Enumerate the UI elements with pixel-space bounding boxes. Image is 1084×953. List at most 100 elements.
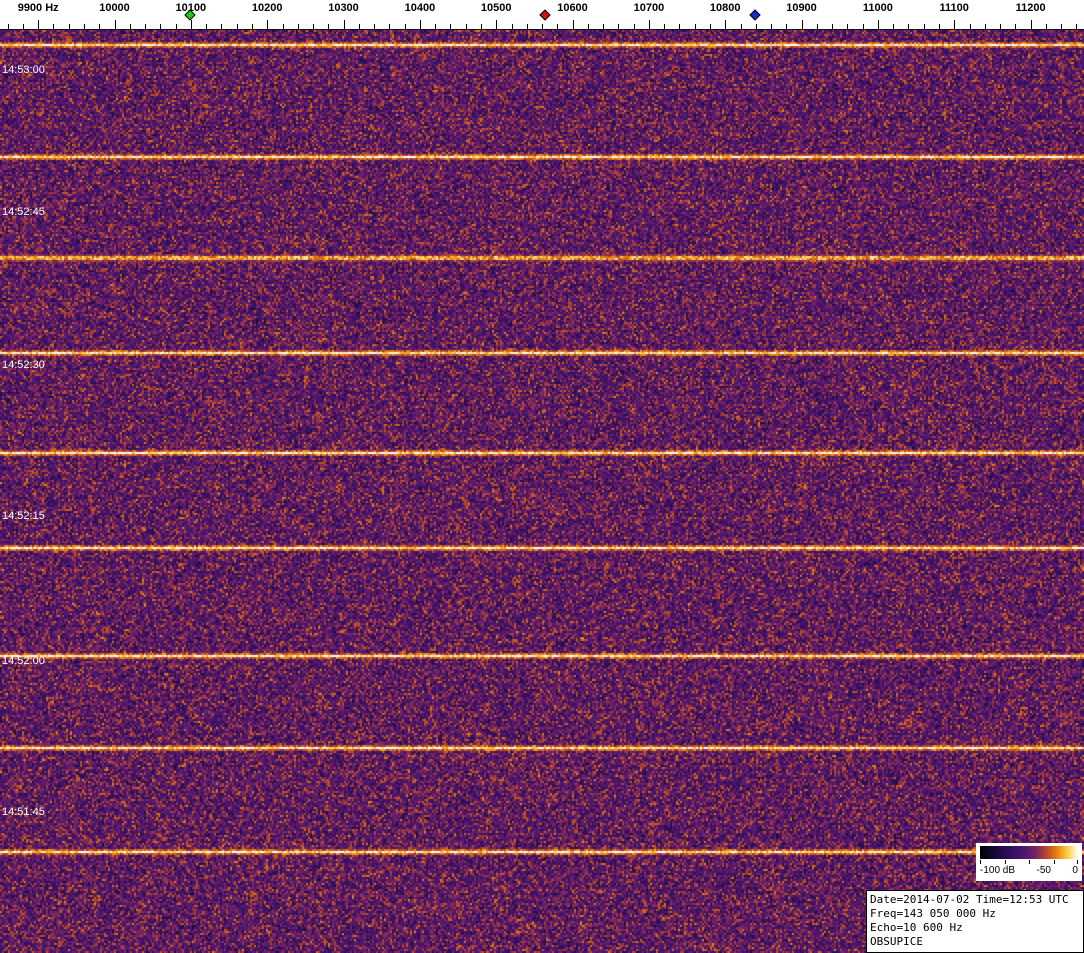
ruler-tick-minor: [22, 24, 24, 29]
ruler-frequency-label: 10800: [709, 2, 741, 14]
colorbar-tick-mark: [1029, 860, 1030, 864]
ruler-tick-minor: [1061, 24, 1063, 29]
ruler-tick-minor: [542, 24, 543, 29]
ruler-tick-major: [877, 20, 879, 29]
ruler-tick-minor: [969, 24, 971, 29]
ruler-tick-minor: [236, 24, 238, 29]
ruler-tick-minor: [740, 24, 742, 29]
time-axis-label: 14:52:00: [2, 655, 45, 667]
ruler-tick-minor: [664, 24, 666, 29]
ruler-tick-major: [190, 20, 192, 29]
ruler-tick-minor: [847, 24, 849, 29]
info-freq-line: Freq=143 050 000 Hz: [870, 907, 996, 920]
ruler-tick-minor: [68, 24, 70, 29]
colorbar-ticks: [980, 860, 1078, 864]
ruler-tick-minor: [618, 24, 620, 29]
time-axis-label: 14:52:15: [2, 510, 45, 522]
ruler-tick-minor: [465, 24, 467, 29]
colorbar-gradient: [980, 846, 1078, 859]
ruler-frequency-label: 10300: [328, 2, 359, 14]
ruler-tick-minor: [1076, 24, 1078, 29]
ruler-frequency-label: 10400: [404, 2, 436, 14]
ruler-tick-minor: [893, 24, 895, 29]
red-frequency-marker-icon[interactable]: [539, 9, 551, 21]
ruler-tick-minor: [328, 24, 330, 29]
ruler-tick-minor: [832, 24, 834, 29]
ruler-tick-minor: [511, 24, 513, 29]
ruler-tick-major: [954, 20, 956, 29]
ruler-tick-major: [648, 20, 650, 29]
ruler-tick-minor: [1000, 24, 1001, 29]
spectrogram-canvas[interactable]: [0, 30, 1084, 953]
waterfall-display: 9900 Hz 10000 10100 10200 10300 10400 10500 106…: [0, 0, 1084, 953]
colorbar-tick-mark: [1053, 860, 1055, 864]
blue-frequency-marker-icon[interactable]: [749, 9, 761, 21]
ruler-frequency-label: 10200: [251, 2, 283, 14]
ruler-tick-minor: [297, 24, 299, 29]
info-echo-line: Echo=10 600 Hz: [870, 921, 963, 934]
time-axis-label: 14:52:45: [2, 206, 45, 218]
ruler-tick-minor: [816, 24, 818, 29]
ruler-tick-minor: [480, 24, 482, 29]
ruler-tick-minor: [175, 24, 177, 29]
ruler-tick-major: [496, 20, 498, 29]
ruler-tick-minor: [587, 24, 589, 29]
ruler-tick-minor: [755, 24, 757, 29]
ruler-tick-minor: [923, 24, 925, 29]
ruler-tick-major: [38, 20, 40, 29]
colorbar-legend: -100 dB -50 0: [976, 843, 1082, 881]
ruler-tick-minor: [679, 24, 681, 29]
colorbar-label-mid: -50: [1036, 865, 1051, 876]
ruler-tick-minor: [862, 24, 864, 29]
ruler-tick-major: [572, 20, 574, 29]
time-axis-label: 14:53:00: [2, 64, 45, 76]
ruler-tick-minor: [450, 24, 452, 29]
ruler-tick-minor: [129, 24, 131, 29]
ruler-tick-minor: [251, 24, 253, 29]
ruler-tick-minor: [633, 24, 635, 29]
ruler-tick-minor: [404, 24, 406, 29]
ruler-frequency-label: 10500: [480, 2, 512, 14]
ruler-frequency-label: 10000: [99, 2, 130, 14]
ruler-frequency-label: 9900 Hz: [17, 2, 59, 14]
ruler-tick-minor: [786, 24, 788, 29]
ruler-tick-minor: [557, 24, 559, 29]
ruler-tick-major: [267, 20, 269, 29]
ruler-tick-minor: [1045, 24, 1047, 29]
ruler-tick-minor: [389, 24, 391, 29]
ruler-tick-minor: [84, 24, 85, 29]
colorbar-labels: -100 dB -50 0: [980, 865, 1078, 876]
ruler-tick-major: [419, 20, 421, 29]
colorbar-tick-mark: [1004, 860, 1006, 864]
ruler-tick-minor: [221, 24, 223, 29]
colorbar-label-min: -100 dB: [980, 865, 1016, 876]
colorbar-label-max: 0: [1072, 865, 1078, 876]
ruler-tick-minor: [908, 24, 910, 29]
ruler-tick-minor: [53, 24, 55, 29]
ruler-tick-minor: [1015, 24, 1017, 29]
spectrogram-area: 14:53:00 14:52:45 14:52:30 14:52:15 14:52:00…: [0, 30, 1084, 953]
colorbar-tick-mark: [1077, 860, 1078, 864]
ruler-tick-minor: [99, 24, 101, 29]
time-axis-label: 14:52:30: [2, 359, 45, 371]
ruler-tick-major: [343, 20, 345, 29]
ruler-tick-minor: [939, 24, 940, 29]
ruler-tick-minor: [7, 24, 9, 29]
ruler-frequency-label: 10600: [557, 2, 588, 14]
ruler-tick-minor: [282, 24, 284, 29]
ruler-tick-minor: [145, 24, 146, 29]
ruler-tick-major: [801, 20, 803, 29]
ruler-frequency-label: 11200: [1015, 2, 1046, 14]
ruler-tick-minor: [374, 24, 376, 29]
ruler-tick-minor: [603, 24, 605, 29]
ruler-tick-minor: [313, 24, 314, 29]
ruler-tick-minor: [160, 24, 162, 29]
ruler-tick-minor: [526, 24, 528, 29]
ruler-tick-minor: [984, 24, 986, 29]
info-date-line: Date=2014-07-02 Time=12:53 UTC: [870, 893, 1069, 906]
ruler-frequency-label: 10700: [633, 2, 665, 14]
ruler-tick-major: [725, 20, 727, 29]
info-station-line: OBSUPICE: [870, 935, 923, 948]
ruler-frequency-label: 10900: [786, 2, 817, 14]
ruler-frequency-label: 11000: [862, 2, 893, 14]
